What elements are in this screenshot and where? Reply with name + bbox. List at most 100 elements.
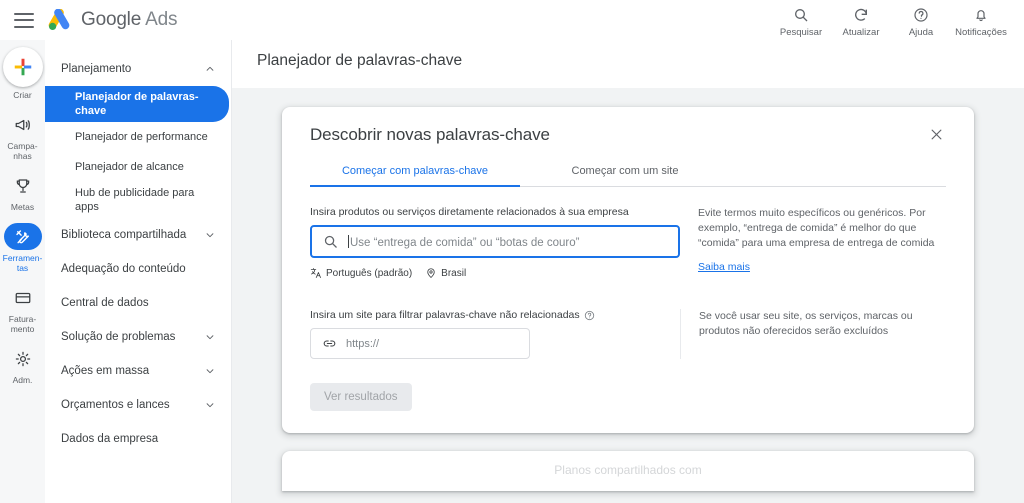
- translate-icon: [310, 268, 321, 278]
- discover-keywords-dialog: Descobrir novas palavras-chave Começar c…: [282, 107, 974, 433]
- sidebar-item-solucao-de-problemas[interactable]: Solução de problemas: [45, 320, 231, 354]
- shared-plans-card: Planos compartilhados com: [282, 451, 974, 491]
- dialog-actions: Ver resultados: [310, 359, 946, 433]
- text-caret: [348, 234, 349, 248]
- main-content: Planejador de palavras-chave Descobrir n…: [232, 40, 1024, 503]
- top-action-notifications[interactable]: Notificações: [952, 3, 1010, 38]
- top-action-label: Pesquisar: [779, 26, 823, 38]
- billing-icon: [15, 292, 30, 303]
- top-action-label: Atualizar: [842, 26, 880, 38]
- plus-icon: [14, 58, 31, 76]
- sidebar-item-label: Orçamentos e lances: [61, 399, 170, 411]
- rail-item-tools[interactable]: Ferramen-tas: [0, 223, 45, 273]
- dialog-header: Descobrir novas palavras-chave: [310, 125, 946, 149]
- location-pin-icon: [427, 268, 435, 278]
- ver-resultados-button[interactable]: Ver resultados: [310, 383, 412, 411]
- tab-label: Começar com palavras-chave: [341, 165, 489, 177]
- keyword-input-column: Insira produtos ou serviços diretamente …: [310, 206, 680, 279]
- link-icon: [323, 340, 336, 347]
- close-icon: [931, 129, 942, 140]
- close-button[interactable]: [927, 125, 946, 149]
- site-section: Insira um site para filtrar palavras-cha…: [310, 279, 946, 359]
- rail-item-admin[interactable]: Adm.: [0, 345, 45, 385]
- navigation-sidebar: Planejamento Planejador de palavras-chav…: [45, 40, 232, 503]
- sidebar-item-label: Biblioteca compartilhada: [61, 229, 187, 241]
- rail-item-label: Adm.: [12, 375, 33, 385]
- help-circle-icon[interactable]: [584, 310, 595, 321]
- sidebar-item-adequacao-do-conteudo[interactable]: Adequação do conteúdo: [45, 252, 231, 286]
- site-help-text: Se você usar seu site, os serviços, marc…: [699, 310, 913, 337]
- trophy-icon: [16, 178, 29, 193]
- chevron-down-icon: [206, 369, 214, 374]
- sidebar-item-orcamentos-e-lances[interactable]: Orçamentos e lances: [45, 388, 231, 422]
- sidebar-item-planejador-de-palavras-chave[interactable]: Planejador de palavras-chave: [45, 86, 229, 122]
- rail-item-goals[interactable]: Metas: [0, 172, 45, 212]
- site-field-label: Insira um site para filtrar palavras-cha…: [310, 309, 680, 321]
- sidebar-item-planejador-de-alcance[interactable]: Planejador de alcance: [45, 152, 229, 182]
- site-input-placeholder: https://: [346, 337, 380, 350]
- refresh-icon: [853, 6, 869, 24]
- admin-pill[interactable]: [4, 345, 42, 372]
- goals-pill[interactable]: [4, 172, 42, 199]
- brand-google-text: Google: [81, 9, 142, 30]
- help-icon: [913, 6, 929, 24]
- google-ads-logo[interactable]: Google Ads: [46, 9, 177, 31]
- sidebar-item-label: Planejador de palavras-chave: [75, 91, 199, 117]
- saiba-mais-link[interactable]: Saiba mais: [698, 261, 750, 273]
- sidebar-item-label: Ações em massa: [61, 365, 150, 377]
- top-action-label: Notificações: [955, 26, 1007, 38]
- bell-icon: [973, 6, 989, 24]
- sidebar-item-acoes-em-massa[interactable]: Ações em massa: [45, 354, 231, 388]
- tab-label: Começar com um site: [571, 165, 679, 177]
- google-ads-mark-icon: [48, 9, 70, 30]
- search-icon: [793, 6, 809, 24]
- location-chip-label: Brasil: [441, 267, 467, 279]
- create-button[interactable]: [2, 47, 43, 87]
- sidebar-item-dados-da-empresa[interactable]: Dados da empresa: [45, 422, 231, 456]
- keyword-search-input[interactable]: Use “entrega de comida” ou “botas de cou…: [310, 225, 680, 258]
- tools-pill[interactable]: [3, 223, 42, 250]
- sidebar-item-label: Central de dados: [61, 297, 149, 309]
- hamburger-icon[interactable]: [14, 12, 34, 28]
- sidebar-item-planejador-de-performance[interactable]: Planejador de performance: [45, 122, 229, 152]
- chevron-down-icon: [206, 335, 214, 340]
- top-action-label: Ajuda: [908, 26, 934, 38]
- dialog-title: Descobrir novas palavras-chave: [310, 125, 550, 144]
- rail-item-label: Fatura-mento: [8, 314, 37, 334]
- language-chip[interactable]: Português (padrão): [310, 267, 412, 279]
- top-bar-actions: Pesquisar Atualizar Ajuda Notificações: [772, 3, 1024, 38]
- keyword-help-text: Evite termos muito específicos ou genéri…: [698, 207, 935, 249]
- rail-item-billing[interactable]: Fatura-mento: [0, 284, 45, 334]
- shared-plans-title: Planos compartilhados com: [554, 463, 702, 477]
- tab-comecar-com-um-site[interactable]: Começar com um site: [520, 159, 730, 186]
- rail-item-create[interactable]: Criar: [0, 47, 45, 100]
- sidebar-item-biblioteca-compartilhada[interactable]: Biblioteca compartilhada: [45, 218, 231, 252]
- keyword-settings-chips: Português (padrão) Brasil: [310, 267, 680, 279]
- app-root: Google Ads Pesquisar Atualizar Ajuda Not…: [0, 0, 1024, 503]
- keyword-input-placeholder: Use “entrega de comida” ou “botas de cou…: [348, 234, 580, 249]
- dialog-tabs: Começar com palavras-chave Começar com u…: [310, 159, 946, 187]
- location-chip[interactable]: Brasil: [425, 267, 466, 279]
- chevron-down-icon: [206, 403, 214, 408]
- campaigns-pill[interactable]: [4, 111, 42, 138]
- site-url-input[interactable]: https://: [310, 328, 530, 359]
- top-action-search[interactable]: Pesquisar: [772, 3, 830, 38]
- tab-comecar-com-palavras-chave[interactable]: Começar com palavras-chave: [310, 159, 520, 187]
- brand-ads-text: Ads: [145, 9, 178, 30]
- site-input-column: Insira um site para filtrar palavras-cha…: [310, 309, 680, 359]
- search-icon: [324, 235, 337, 248]
- rail-item-campaigns[interactable]: Campa-nhas: [0, 111, 45, 161]
- top-action-help[interactable]: Ajuda: [892, 3, 950, 38]
- sidebar-group-planejamento[interactable]: Planejamento: [45, 52, 231, 86]
- keyword-section: Insira produtos ou serviços diretamente …: [310, 187, 946, 279]
- billing-pill[interactable]: [4, 284, 42, 311]
- sidebar-item-hub-de-publicidade-para-apps[interactable]: Hub de publicidade para apps: [45, 182, 229, 218]
- keyword-help-column: Evite termos muito específicos ou genéri…: [680, 206, 946, 279]
- rail-item-label: Ferramen-tas: [2, 253, 43, 273]
- keyword-field-label: Insira produtos ou serviços diretamente …: [310, 206, 629, 218]
- chevron-down-icon: [206, 233, 214, 238]
- sidebar-item-central-de-dados[interactable]: Central de dados: [45, 286, 231, 320]
- megaphone-icon: [15, 119, 30, 130]
- top-action-refresh[interactable]: Atualizar: [832, 3, 890, 38]
- sidebar-item-label: Solução de problemas: [61, 331, 176, 343]
